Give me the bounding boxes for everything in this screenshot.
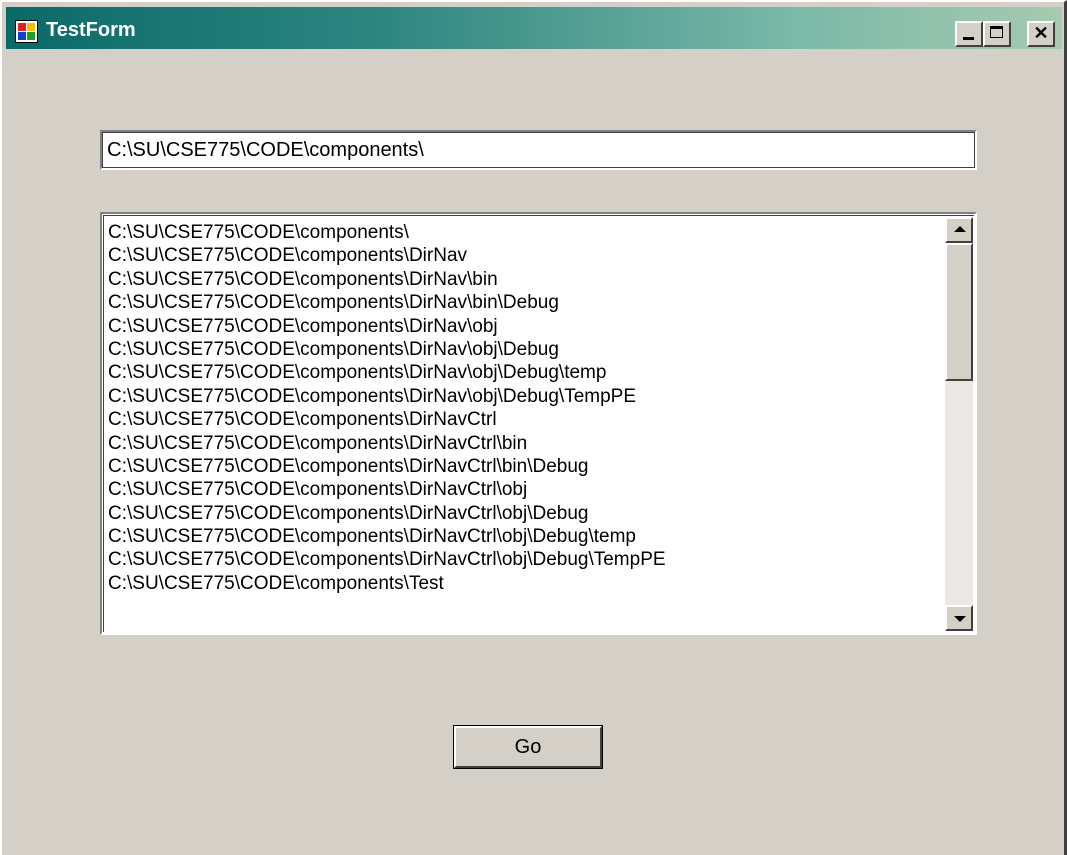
list-item[interactable]: C:\SU\CSE775\CODE\components\DirNav\obj\…: [108, 385, 948, 408]
app-form-icon[interactable]: [15, 20, 38, 43]
list-item[interactable]: C:\SU\CSE775\CODE\components\DirNavCtrl\…: [108, 525, 948, 548]
list-item[interactable]: C:\SU\CSE775\CODE\components\DirNav\obj\…: [108, 338, 948, 361]
go-button-label: Go: [454, 726, 602, 768]
path-input[interactable]: C:\SU\CSE775\CODE\components\: [100, 130, 977, 170]
list-item[interactable]: C:\SU\CSE775\CODE\components\Test: [108, 572, 948, 595]
list-item[interactable]: C:\SU\CSE775\CODE\components\DirNavCtrl: [108, 408, 948, 431]
list-item[interactable]: C:\SU\CSE775\CODE\components\: [108, 221, 948, 244]
arrow-up-icon: [954, 226, 966, 232]
list-item[interactable]: C:\SU\CSE775\CODE\components\DirNavCtrl\…: [108, 432, 948, 455]
list-item[interactable]: C:\SU\CSE775\CODE\components\DirNavCtrl\…: [108, 455, 948, 478]
list-item[interactable]: C:\SU\CSE775\CODE\components\DirNav\obj\…: [108, 361, 948, 384]
arrow-down-icon: [954, 616, 966, 622]
list-item[interactable]: C:\SU\CSE775\CODE\components\DirNav\bin\…: [108, 291, 948, 314]
scroll-up-button[interactable]: [945, 217, 973, 243]
close-button[interactable]: ✕: [1027, 21, 1055, 47]
minimize-button[interactable]: [955, 21, 983, 47]
scroll-thumb[interactable]: [945, 243, 973, 381]
list-item[interactable]: C:\SU\CSE775\CODE\components\DirNav\bin: [108, 268, 948, 291]
close-icon: ✕: [1033, 23, 1049, 43]
list-item[interactable]: C:\SU\CSE775\CODE\components\DirNav: [108, 244, 948, 267]
directory-list-items: C:\SU\CSE775\CODE\components\ C:\SU\CSE77…: [108, 221, 948, 631]
list-item[interactable]: C:\SU\CSE775\CODE\components\DirNavCtrl\…: [108, 478, 948, 501]
directory-listbox[interactable]: C:\SU\CSE775\CODE\components\ C:\SU\CSE77…: [100, 212, 977, 635]
list-item[interactable]: C:\SU\CSE775\CODE\components\DirNavCtrl\…: [108, 502, 948, 525]
scroll-down-button[interactable]: [945, 605, 973, 631]
maximize-button[interactable]: [983, 21, 1011, 47]
window-title: TestForm: [46, 19, 136, 41]
list-item[interactable]: C:\SU\CSE775\CODE\components\DirNav\obj: [108, 315, 948, 338]
testform-window: TestForm ✕ C:\SU\CSE775\CODE\components\…: [0, 0, 1067, 855]
maximize-icon: [990, 26, 1003, 38]
list-item[interactable]: C:\SU\CSE775\CODE\components\DirNavCtrl\…: [108, 548, 948, 571]
title-bar[interactable]: TestForm ✕: [6, 7, 1062, 49]
go-button[interactable]: Go: [453, 725, 603, 769]
vertical-scrollbar[interactable]: [945, 217, 973, 631]
minimize-icon: [963, 37, 974, 40]
